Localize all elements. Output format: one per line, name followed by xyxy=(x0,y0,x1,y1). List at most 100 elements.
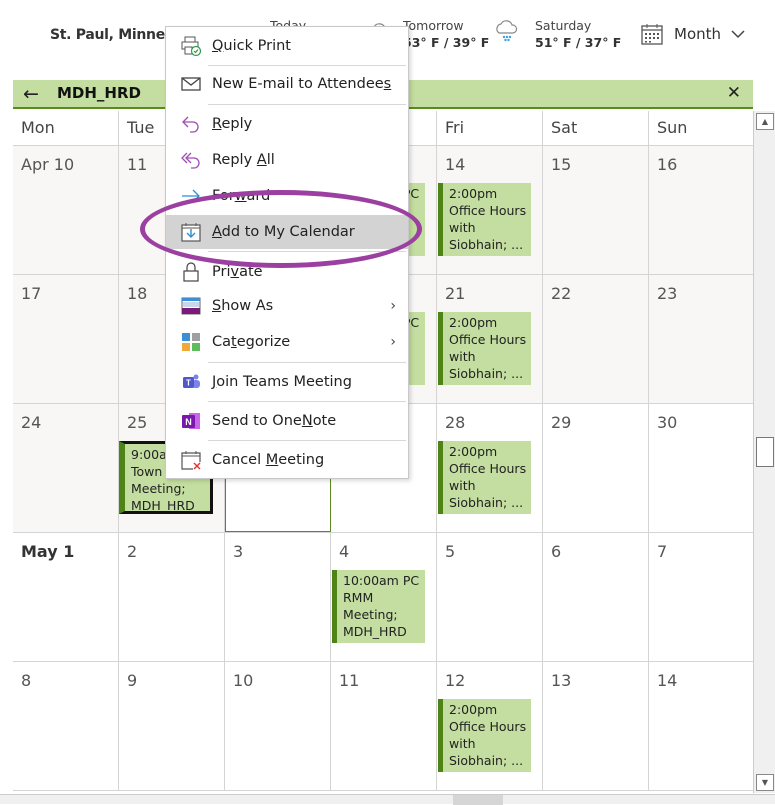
scroll-down-button[interactable]: ▼ xyxy=(756,774,774,791)
vertical-scrollbar[interactable]: ▲ ▼ xyxy=(753,111,775,793)
weather-saturday: Saturday 51° F / 37° F xyxy=(535,18,621,50)
calendar-day-cell[interactable]: 3 xyxy=(225,533,331,661)
view-switch-dropdown[interactable]: Month xyxy=(640,22,745,46)
calendar-day-cell[interactable]: 9 xyxy=(119,662,225,790)
menu-item-categorize[interactable]: Categorize › xyxy=(166,325,408,359)
day-number: 29 xyxy=(551,413,572,432)
day-number: 17 xyxy=(21,284,42,303)
weather-saturday-label: Saturday xyxy=(535,18,592,33)
calendar-day-cell[interactable]: 6 xyxy=(543,533,649,661)
menu-item-label: Cancel Meeting xyxy=(212,452,325,468)
calendar-day-cell[interactable]: 29 xyxy=(543,404,649,532)
menu-separator xyxy=(208,401,406,402)
chevron-down-icon xyxy=(731,30,745,39)
close-icon[interactable]: ✕ xyxy=(727,83,741,103)
calendar-day-cell[interactable]: 23 xyxy=(649,275,753,403)
menu-item-add-to-my-calendar[interactable]: Add to My Calendar xyxy=(166,215,408,249)
forward-icon xyxy=(180,185,202,207)
menu-separator xyxy=(208,104,406,105)
reply-icon xyxy=(180,113,202,135)
menu-item-reply-all[interactable]: Reply All xyxy=(166,143,408,177)
day-number: 7 xyxy=(657,542,668,561)
calendar-day-cell[interactable]: 2 xyxy=(119,533,225,661)
menu-item-cancel-meeting[interactable]: Cancel Meeting xyxy=(166,443,408,477)
calendar-event[interactable]: 2:00pm Office Hours with Siobhain; ... xyxy=(438,699,531,772)
calendar-day-cell[interactable]: 10 xyxy=(225,662,331,790)
day-number: 12 xyxy=(445,671,466,690)
calendar-event[interactable]: 10:00am PC RMM Meeting; MDH_HRD xyxy=(332,570,425,643)
scroll-thumb[interactable] xyxy=(756,437,774,467)
scroll-up-button[interactable]: ▲ xyxy=(756,113,774,130)
menu-item-label: New E-mail to Attendees xyxy=(212,76,392,92)
day-number: 14 xyxy=(657,671,678,690)
weather-tomorrow: Tomorrow 53° F / 39° F xyxy=(403,18,489,50)
menu-separator xyxy=(208,362,406,363)
calendar-event[interactable]: 2:00pm Office Hours with Siobhain; ... xyxy=(438,183,531,256)
calendar-event[interactable]: 2:00pm Office Hours with Siobhain; ... xyxy=(438,312,531,385)
calendar-day-cell[interactable]: 12 2:00pm Office Hours with Siobhain; ... xyxy=(437,662,543,790)
calendar-day-cell[interactable]: Apr 10 xyxy=(13,146,119,274)
menu-item-send-to-onenote[interactable]: N Send to OneNote xyxy=(166,404,408,438)
menu-item-quick-print[interactable]: Quick Print xyxy=(166,29,408,63)
calendar-day-cell[interactable]: 17 xyxy=(13,275,119,403)
menu-item-new-email-attendees[interactable]: New E-mail to Attendees xyxy=(166,67,408,101)
calendar-day-cell[interactable]: 21 2:00pm Office Hours with Siobhain; ... xyxy=(437,275,543,403)
calendar-day-cell[interactable]: 14 2:00pm Office Hours with Siobhain; ... xyxy=(437,146,543,274)
menu-item-label: Categorize xyxy=(212,334,291,350)
calendar-week-row: May 1 2 3 4 10:00am PC RMM Meeting; MDH_HRD 5… xyxy=(13,533,753,662)
quick-print-icon xyxy=(180,35,202,57)
day-number: 13 xyxy=(551,671,572,690)
teams-icon: T xyxy=(180,371,202,393)
show-as-icon xyxy=(180,295,202,317)
day-number: 11 xyxy=(339,671,360,690)
day-number: 14 xyxy=(445,155,466,174)
menu-item-label: Forward xyxy=(212,188,271,204)
menu-item-reply[interactable]: Reply xyxy=(166,107,408,141)
day-number: 15 xyxy=(551,155,572,174)
dow-sat: Sat xyxy=(543,111,649,145)
calendar-day-cell[interactable]: 14 xyxy=(649,662,753,790)
menu-separator xyxy=(208,440,406,441)
weather-saturday-temp: 51° F / 37° F xyxy=(535,35,622,50)
dow-fri: Fri xyxy=(437,111,543,145)
categorize-icon xyxy=(180,331,202,353)
menu-item-show-as[interactable]: Show As › xyxy=(166,289,408,323)
calendar-day-cell[interactable]: 5 xyxy=(437,533,543,661)
day-number: 22 xyxy=(551,284,572,303)
menu-item-label: Show As xyxy=(212,298,274,314)
calendar-day-cell[interactable]: 11 xyxy=(331,662,437,790)
calendar-day-cell[interactable]: 7 xyxy=(649,533,753,661)
day-number: 6 xyxy=(551,542,562,561)
menu-item-join-teams-meeting[interactable]: T Join Teams Meeting xyxy=(166,365,408,399)
day-number: 24 xyxy=(21,413,42,432)
calendar-day-cell[interactable]: 13 xyxy=(543,662,649,790)
calendar-day-cell[interactable]: May 1 xyxy=(13,533,119,661)
svg-text:N: N xyxy=(185,417,192,427)
menu-item-label: Quick Print xyxy=(212,38,291,54)
calendar-day-cell[interactable]: 16 xyxy=(649,146,753,274)
menu-item-label: Reply xyxy=(212,116,253,132)
calendar-day-cell[interactable]: 8 xyxy=(13,662,119,790)
calendar-day-cell[interactable]: 28 2:00pm Office Hours with Siobhain; ... xyxy=(437,404,543,532)
menu-item-forward[interactable]: Forward xyxy=(166,179,408,213)
svg-text:T: T xyxy=(186,379,191,388)
menu-item-label: Reply All xyxy=(212,152,275,168)
day-number: 21 xyxy=(445,284,466,303)
dow-sun: Sun xyxy=(657,118,688,137)
dow-mon: Mon xyxy=(13,111,119,145)
calendar-event[interactable]: 2:00pm Office Hours with Siobhain; ... xyxy=(438,441,531,514)
calendar-day-cell[interactable]: 30 xyxy=(649,404,753,532)
calendar-day-cell[interactable]: 24 xyxy=(13,404,119,532)
calendar-grid-icon xyxy=(641,24,663,45)
day-number: May 1 xyxy=(21,542,75,561)
calendar-day-cell[interactable]: 4 10:00am PC RMM Meeting; MDH_HRD xyxy=(331,533,437,661)
calendar-day-cell[interactable]: 22 xyxy=(543,275,649,403)
day-number: 5 xyxy=(445,542,456,561)
bottom-toolbar xyxy=(0,794,775,805)
day-number: 23 xyxy=(657,284,678,303)
onenote-icon: N xyxy=(180,410,202,432)
day-number: 2 xyxy=(127,542,138,561)
menu-item-private[interactable]: Private xyxy=(166,255,408,289)
back-arrow-icon[interactable]: ← xyxy=(23,83,39,105)
calendar-day-cell[interactable]: 15 xyxy=(543,146,649,274)
